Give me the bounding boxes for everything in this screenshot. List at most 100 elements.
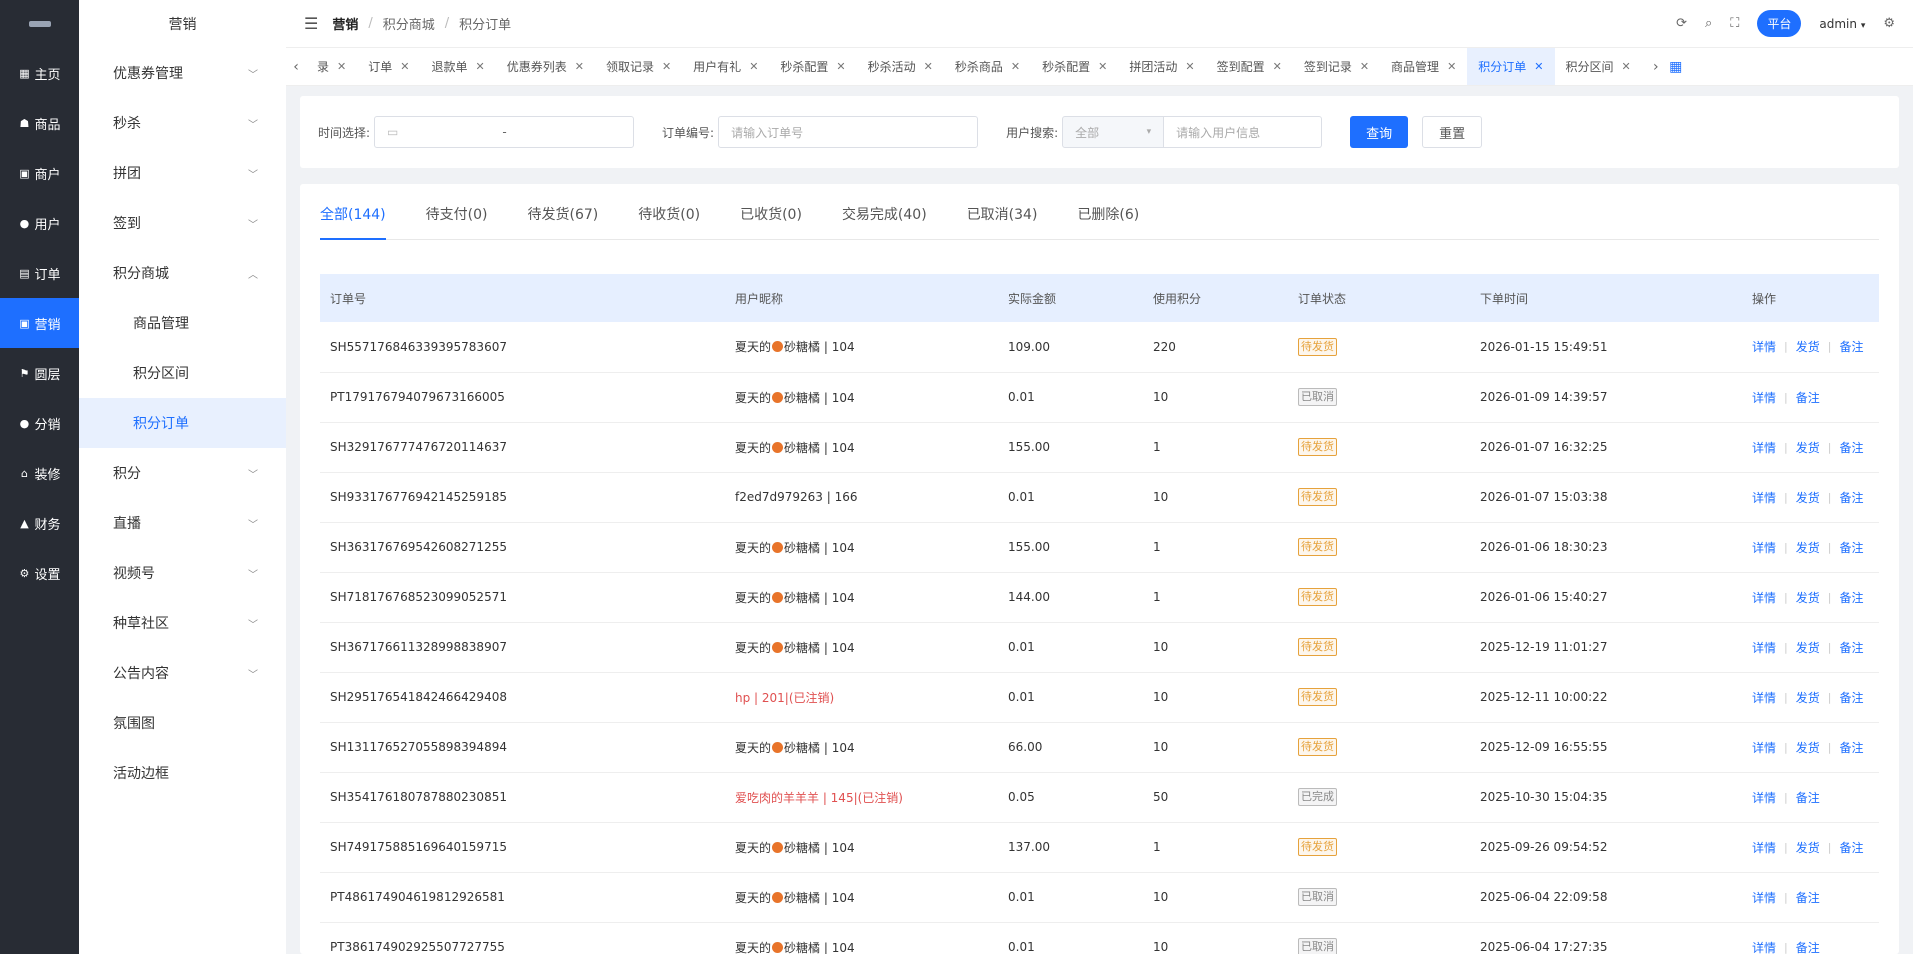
close-icon[interactable]: ✕	[337, 60, 346, 73]
page-tab[interactable]: 秒杀活动 ✕	[857, 48, 944, 85]
page-tab[interactable]: 领取记录 ✕	[595, 48, 682, 85]
detail-link[interactable]: 详情	[1752, 639, 1776, 656]
breadcrumb-item[interactable]: 积分商城	[383, 14, 435, 33]
detail-link[interactable]: 详情	[1752, 689, 1776, 706]
sidebar-item[interactable]: 积分订单	[79, 398, 286, 448]
detail-link[interactable]: 详情	[1752, 338, 1776, 355]
close-icon[interactable]: ✕	[1360, 60, 1369, 73]
status-tab[interactable]: 待支付(0)	[426, 184, 488, 239]
close-icon[interactable]: ✕	[400, 60, 409, 73]
remark-link[interactable]: 备注	[1839, 589, 1863, 606]
remark-link[interactable]: 备注	[1839, 739, 1863, 756]
rail-item[interactable]: ● 用户	[0, 198, 79, 248]
page-tab[interactable]: 秒杀配置 ✕	[1031, 48, 1118, 85]
page-tab[interactable]: 商品管理 ✕	[1380, 48, 1467, 85]
sidebar-item[interactable]: 秒杀 ﹀	[79, 98, 286, 148]
date-range-picker[interactable]: ▭ -	[374, 116, 635, 148]
ship-link[interactable]: 发货	[1796, 639, 1820, 656]
page-tab[interactable]: 用户有礼 ✕	[682, 48, 769, 85]
page-tab[interactable]: 积分订单 ✕	[1467, 48, 1555, 85]
remark-link[interactable]: 备注	[1839, 539, 1863, 556]
page-tab[interactable]: 积分区间 ✕	[1555, 48, 1642, 85]
sidebar-item[interactable]: 视频号 ﹀	[79, 548, 286, 598]
close-icon[interactable]: ✕	[1011, 60, 1020, 73]
remark-link[interactable]: 备注	[1839, 338, 1863, 355]
rail-item[interactable]: ⚑ 圆层	[0, 348, 79, 398]
remark-link[interactable]: 备注	[1839, 689, 1863, 706]
sidebar-item[interactable]: 活动边框	[79, 748, 286, 798]
status-tab[interactable]: 待发货(67)	[528, 184, 599, 239]
user-type-select[interactable]: 全部 ▾	[1062, 116, 1165, 148]
sidebar-item[interactable]: 拼团 ﹀	[79, 148, 286, 198]
close-icon[interactable]: ✕	[1534, 60, 1543, 73]
page-tab[interactable]: 秒杀配置 ✕	[769, 48, 856, 85]
close-icon[interactable]: ✕	[1273, 60, 1282, 73]
platform-button[interactable]: 平台	[1757, 10, 1802, 37]
close-icon[interactable]: ✕	[1622, 60, 1631, 73]
remark-link[interactable]: 备注	[1796, 389, 1820, 406]
status-tab[interactable]: 全部(144)	[320, 184, 386, 240]
sidebar-item[interactable]: 优惠券管理 ﹀	[79, 48, 286, 98]
detail-link[interactable]: 详情	[1752, 839, 1776, 856]
remark-link[interactable]: 备注	[1839, 439, 1863, 456]
rail-item[interactable]: ▲ 财务	[0, 498, 79, 548]
close-icon[interactable]: ✕	[836, 60, 845, 73]
rail-item[interactable]: ☗ 商品	[0, 98, 79, 148]
fullscreen-icon[interactable]: ⛶	[1730, 16, 1739, 31]
user-search-input[interactable]: 请输入用户信息	[1164, 116, 1323, 148]
close-icon[interactable]: ✕	[662, 60, 671, 73]
sidebar-item[interactable]: 氛围图	[79, 698, 286, 748]
sidebar-item[interactable]: 签到 ﹀	[79, 198, 286, 248]
page-tab[interactable]: 优惠券列表 ✕	[496, 48, 595, 85]
remark-link[interactable]: 备注	[1796, 789, 1820, 806]
ship-link[interactable]: 发货	[1796, 589, 1820, 606]
status-tab[interactable]: 已取消(34)	[967, 184, 1038, 239]
ship-link[interactable]: 发货	[1796, 839, 1820, 856]
close-icon[interactable]: ✕	[475, 60, 484, 73]
remark-link[interactable]: 备注	[1796, 889, 1820, 906]
detail-link[interactable]: 详情	[1752, 589, 1776, 606]
user-menu[interactable]: admin ▾	[1819, 17, 1865, 31]
page-tab[interactable]: 拼团活动 ✕	[1118, 48, 1205, 85]
status-tab[interactable]: 待收货(0)	[638, 184, 700, 239]
status-tab[interactable]: 已删除(6)	[1077, 184, 1139, 239]
detail-link[interactable]: 详情	[1752, 889, 1776, 906]
sidebar-item[interactable]: 种草社区 ﹀	[79, 598, 286, 648]
remark-link[interactable]: 备注	[1839, 489, 1863, 506]
status-tab[interactable]: 已收货(0)	[740, 184, 802, 239]
page-tab[interactable]: 秒杀商品 ✕	[944, 48, 1031, 85]
rail-item[interactable]: ▤ 订单	[0, 248, 79, 298]
rail-item[interactable]: ● 分销	[0, 398, 79, 448]
close-icon[interactable]: ✕	[1098, 60, 1107, 73]
remark-link[interactable]: 备注	[1796, 939, 1820, 954]
search-icon[interactable]: ⌕	[1705, 16, 1712, 31]
detail-link[interactable]: 详情	[1752, 439, 1776, 456]
sidebar-item[interactable]: 积分商城 ︿	[79, 248, 286, 298]
sidebar-item[interactable]: 直播 ﹀	[79, 498, 286, 548]
sidebar-item[interactable]: 公告内容 ﹀	[79, 648, 286, 698]
detail-link[interactable]: 详情	[1752, 389, 1776, 406]
rail-item[interactable]: ⌂ 装修	[0, 448, 79, 498]
detail-link[interactable]: 详情	[1752, 789, 1776, 806]
detail-link[interactable]: 详情	[1752, 539, 1776, 556]
sidebar-item[interactable]: 商品管理	[79, 298, 286, 348]
ship-link[interactable]: 发货	[1796, 338, 1820, 355]
tabs-scroll-right-icon[interactable]: ›	[1646, 59, 1666, 75]
page-tab[interactable]: 签到记录 ✕	[1293, 48, 1380, 85]
page-tab[interactable]: 签到配置 ✕	[1206, 48, 1293, 85]
rail-item[interactable]: ▦ 主页	[0, 48, 79, 98]
refresh-icon[interactable]: ⟳	[1676, 16, 1687, 31]
ship-link[interactable]: 发货	[1796, 439, 1820, 456]
ship-link[interactable]: 发货	[1796, 689, 1820, 706]
reset-button[interactable]: 重置	[1422, 116, 1483, 148]
detail-link[interactable]: 详情	[1752, 739, 1776, 756]
page-tab[interactable]: 退款单 ✕	[420, 48, 495, 85]
close-icon[interactable]: ✕	[924, 60, 933, 73]
remark-link[interactable]: 备注	[1839, 639, 1863, 656]
ship-link[interactable]: 发货	[1796, 739, 1820, 756]
tabs-scroll-left-icon[interactable]: ‹	[286, 59, 306, 75]
query-button[interactable]: 查询	[1350, 116, 1409, 148]
ship-link[interactable]: 发货	[1796, 489, 1820, 506]
remark-link[interactable]: 备注	[1839, 839, 1863, 856]
detail-link[interactable]: 详情	[1752, 489, 1776, 506]
